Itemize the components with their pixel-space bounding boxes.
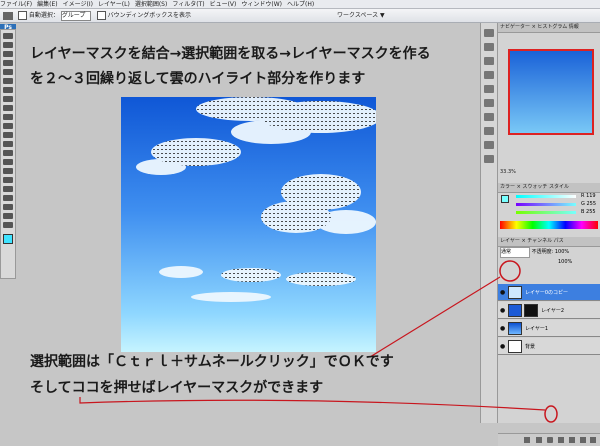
adjustment-layer-icon[interactable] — [558, 437, 564, 443]
new-layer-icon[interactable] — [580, 437, 586, 443]
link-layers-icon[interactable] — [524, 437, 530, 443]
delete-layer-icon[interactable] — [590, 437, 596, 443]
layer-style-icon[interactable] — [536, 437, 542, 443]
annotation-line-4: そしてココを押せばレイヤーマスクができます — [30, 380, 324, 396]
add-layer-mask-icon[interactable] — [547, 437, 553, 443]
highlight-circle — [544, 405, 558, 423]
callout-line — [369, 276, 501, 358]
new-group-icon[interactable] — [569, 437, 575, 443]
annotation-line-3: 選択範囲は「Ｃｔｒｌ＋サムネールクリック」でＯＫです — [30, 354, 394, 370]
layers-footer — [498, 433, 600, 446]
callout-line — [79, 397, 546, 411]
annotation-line-1: レイヤーマスクを結合→選択範囲を取る→レイヤーマスクを作る — [30, 46, 431, 62]
highlight-circle — [499, 260, 521, 282]
annotation-line-2: を２～３回繰り返して雲のハイライト部分を作ります — [30, 71, 366, 87]
